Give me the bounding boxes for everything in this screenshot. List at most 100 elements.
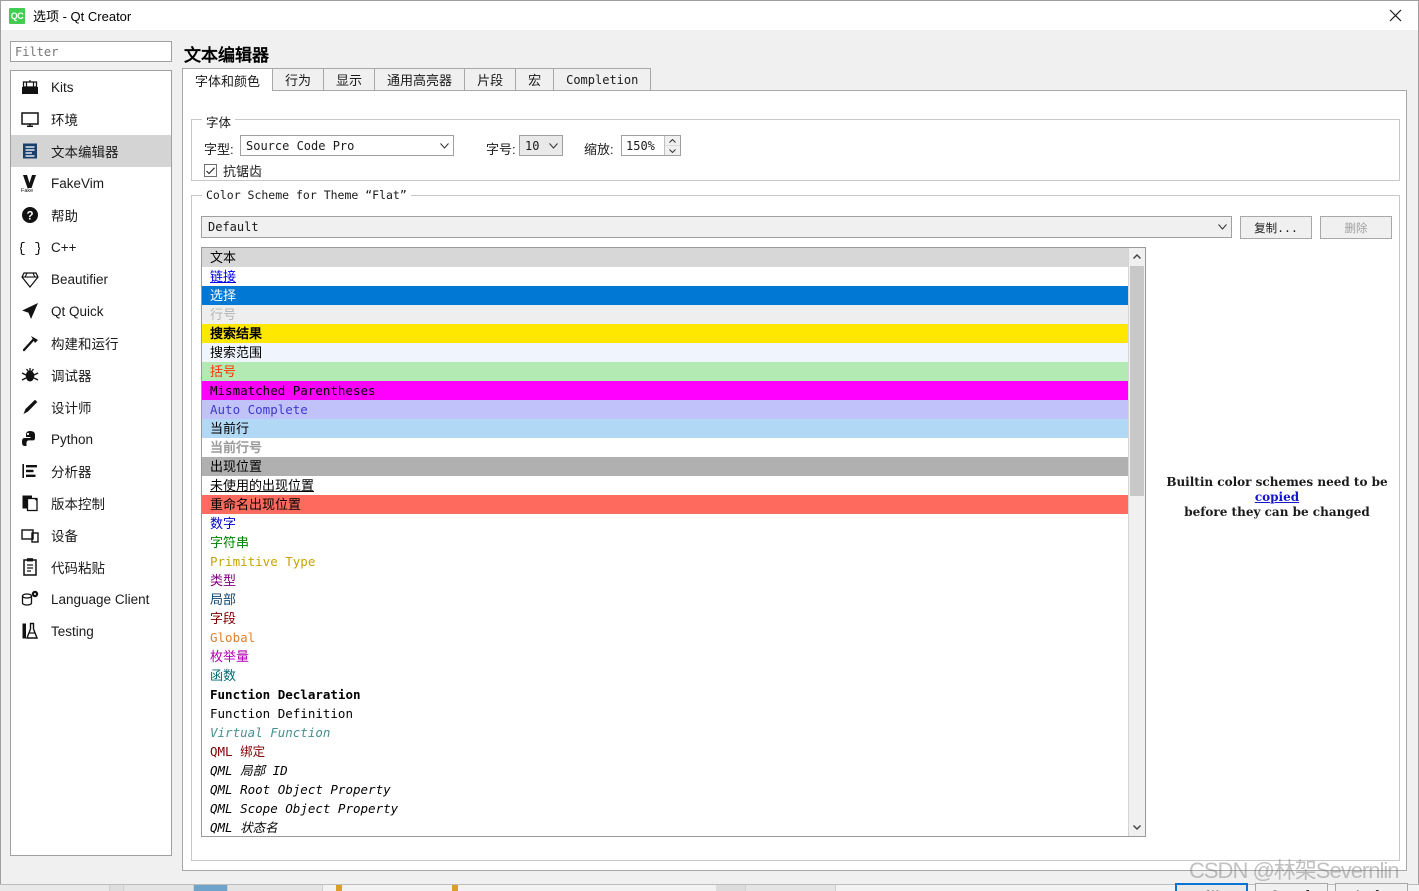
sidebar-item-5[interactable]: { } C++	[11, 231, 171, 263]
scheme-row[interactable]: 出现位置	[202, 457, 1128, 476]
sidebar-item-6[interactable]: Beautifier	[11, 263, 171, 295]
designer-icon	[19, 396, 41, 418]
scheme-row[interactable]: 当前行	[202, 419, 1128, 438]
sidebar-item-label: Python	[51, 431, 94, 447]
sidebar-item-8[interactable]: 构建和运行	[11, 327, 171, 359]
font-size-combo[interactable]: 10	[519, 135, 563, 156]
beautifier-icon	[19, 268, 41, 290]
scheme-row[interactable]: 括号	[202, 362, 1128, 381]
scheme-row[interactable]: 未使用的出现位置	[202, 476, 1128, 495]
ok-button[interactable]: OK	[1175, 883, 1248, 891]
sidebar-item-10[interactable]: 设计师	[11, 391, 171, 423]
sidebar-item-12[interactable]: 分析器	[11, 455, 171, 487]
sidebar-item-9[interactable]: 调试器	[11, 359, 171, 391]
color-scheme-list-frame: 文本 链接 选择 行号 搜索结果 搜索范围 括号 Mismatched Parentheses…	[201, 247, 1146, 837]
sidebar-item-7[interactable]: Qt Quick	[11, 295, 171, 327]
scroll-down-icon[interactable]	[1129, 819, 1145, 836]
scheme-row[interactable]: 链接	[202, 267, 1128, 286]
color-scheme-combo[interactable]: Default	[201, 216, 1232, 238]
sidebar-item-label: Language Client	[51, 591, 150, 607]
sidebar-item-17[interactable]: Testing	[11, 615, 171, 647]
sidebar-item-3[interactable]: Fake FakeVim	[11, 167, 171, 199]
scrollbar-thumb[interactable]	[1130, 266, 1144, 496]
scheme-row[interactable]: 当前行号	[202, 438, 1128, 457]
sidebar-item-15[interactable]: 代码粘贴	[11, 551, 171, 583]
font-family-combo[interactable]: Source Code Pro	[240, 135, 454, 156]
scroll-up-icon[interactable]	[1129, 248, 1145, 265]
close-icon[interactable]	[1372, 1, 1418, 30]
help-icon: ?	[19, 204, 41, 226]
scheme-row[interactable]: QML 状态名	[202, 818, 1128, 836]
copy-scheme-button[interactable]: 复制...	[1240, 216, 1312, 239]
tab-0[interactable]: 字体和颜色	[182, 68, 274, 91]
tab-2[interactable]: 显示	[323, 68, 376, 90]
list-scrollbar[interactable]	[1128, 248, 1145, 836]
sidebar-item-2[interactable]: 文本编辑器	[11, 135, 171, 167]
code-paste-icon	[19, 556, 41, 578]
dialog-button-bar: OK Cancel Apply	[1, 869, 1418, 891]
scheme-row[interactable]: Virtual Function	[202, 723, 1128, 742]
sidebar-item-1[interactable]: 环境	[11, 103, 171, 135]
scheme-row[interactable]: Global	[202, 628, 1128, 647]
scheme-row[interactable]: 字符串	[202, 533, 1128, 552]
scheme-row[interactable]: QML 局部 ID	[202, 761, 1128, 780]
scheme-row[interactable]: Primitive Type	[202, 552, 1128, 571]
sidebar-item-label: Testing	[51, 623, 94, 639]
antialias-checkbox[interactable]	[204, 164, 217, 177]
scheme-row[interactable]: Function Definition	[202, 704, 1128, 723]
sidebar-item-label: 版本控制	[51, 497, 105, 512]
stepper-down-icon[interactable]	[665, 145, 680, 155]
sidebar-item-11[interactable]: Python	[11, 423, 171, 455]
scheme-row[interactable]: 数字	[202, 514, 1128, 533]
tab-6[interactable]: Completion	[553, 68, 652, 90]
copied-link[interactable]: copied	[1255, 490, 1299, 504]
antialias-checkbox-row[interactable]: 抗锯齿	[204, 161, 262, 180]
scheme-row[interactable]: 函数	[202, 666, 1128, 685]
fakevim-icon: Fake	[19, 172, 41, 194]
tab-page-fonts-and-colors: 字体 字型: Source Code Pro 字号: 10 缩放: 150% 抗…	[182, 91, 1407, 871]
scheme-row[interactable]: 字段	[202, 609, 1128, 628]
color-scheme-list[interactable]: 文本 链接 选择 行号 搜索结果 搜索范围 括号 Mismatched Parentheses…	[202, 248, 1128, 836]
scheme-row[interactable]: Function Declaration	[202, 685, 1128, 704]
scheme-row[interactable]: 局部	[202, 590, 1128, 609]
scheme-row[interactable]: 枚举量	[202, 647, 1128, 666]
scheme-row[interactable]: 文本	[202, 248, 1128, 267]
sidebar-item-label: 设计师	[51, 401, 92, 416]
svg-text:{ }: { }	[20, 241, 40, 257]
sidebar-item-0[interactable]: Kits	[11, 71, 171, 103]
tab-5[interactable]: 宏	[515, 68, 555, 90]
scheme-row[interactable]: Auto Complete	[202, 400, 1128, 419]
sidebar-item-14[interactable]: 设备	[11, 519, 171, 551]
tab-3[interactable]: 通用高亮器	[374, 68, 466, 90]
sidebar-item-13[interactable]: 版本控制	[11, 487, 171, 519]
scheme-row[interactable]: 搜索范围	[202, 343, 1128, 362]
tab-1[interactable]: 行为	[272, 68, 325, 90]
scheme-row[interactable]: 搜索结果	[202, 324, 1128, 343]
scheme-row[interactable]: 选择	[202, 286, 1128, 305]
zoom-stepper[interactable]	[664, 136, 680, 155]
scheme-row[interactable]: 重命名出现位置	[202, 495, 1128, 514]
sidebar-item-4[interactable]: ? 帮助	[11, 199, 171, 231]
scheme-row[interactable]: QML Scope Object Property	[202, 799, 1128, 818]
cancel-button[interactable]: Cancel	[1255, 883, 1328, 891]
sidebar-item-16[interactable]: Language Client	[11, 583, 171, 615]
tab-4[interactable]: 片段	[464, 68, 517, 90]
category-list[interactable]: Kits 环境文本编辑器 Fake FakeVim? 帮助 { } C++ Beautifie…	[10, 70, 172, 856]
version-control-icon	[19, 492, 41, 514]
scheme-row[interactable]: QML Root Object Property	[202, 780, 1128, 799]
build-run-icon	[19, 332, 41, 354]
chevron-down-icon	[1213, 224, 1231, 230]
chevron-down-icon	[435, 142, 453, 149]
tab-bar[interactable]: 字体和颜色 行为 显示 通用高亮器 片段宏 Completion	[182, 68, 1407, 91]
zoom-spinbox[interactable]: 150%	[621, 135, 681, 156]
filter-input[interactable]	[10, 41, 172, 62]
testing-icon	[19, 620, 41, 642]
scheme-row[interactable]: Mismatched Parentheses	[202, 381, 1128, 400]
scheme-row[interactable]: 类型	[202, 571, 1128, 590]
language-client-icon	[19, 588, 41, 610]
scheme-row[interactable]: QML 绑定	[202, 742, 1128, 761]
apply-button[interactable]: Apply	[1335, 883, 1408, 891]
svg-text:?: ?	[26, 211, 33, 223]
scheme-row[interactable]: 行号	[202, 305, 1128, 324]
stepper-up-icon[interactable]	[665, 136, 680, 145]
